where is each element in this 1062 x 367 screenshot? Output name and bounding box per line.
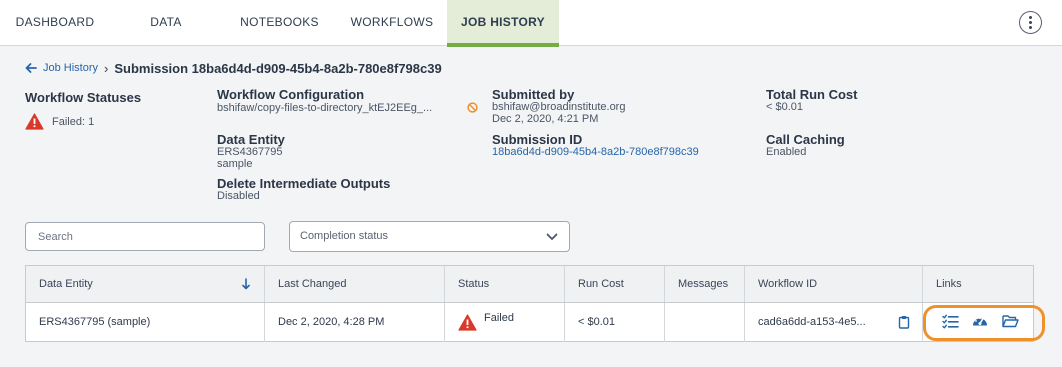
tab-workflows[interactable]: WORKFLOWS [337, 0, 447, 46]
column-header-messages[interactable]: Messages [665, 266, 745, 302]
cell-status: Failed [445, 303, 565, 342]
column-header-run-cost[interactable]: Run Cost [565, 266, 665, 302]
column-header-last-changed[interactable]: Last Changed [265, 266, 445, 302]
cell-messages [665, 303, 745, 342]
top-nav: DASHBOARD DATA NOTEBOOKS WORKFLOWS JOB H… [0, 0, 1062, 47]
workflow-configuration-label: Workflow Configuration [217, 87, 365, 102]
links-highlight-annotation [923, 305, 1045, 341]
column-header-links: Links [936, 278, 962, 290]
breadcrumb-job-history-link[interactable]: Job History [25, 62, 98, 74]
column-header-data-entity[interactable]: Data Entity [26, 266, 265, 302]
chevron-down-icon [546, 233, 558, 240]
data-entity-type: sample [217, 158, 253, 170]
warning-icon [458, 314, 477, 331]
total-run-cost-label: Total Run Cost [766, 87, 858, 102]
column-header-status[interactable]: Status [445, 266, 565, 302]
submitted-by-email: bshifaw@broadinstitute.org [492, 101, 626, 113]
page-title: Submission 18ba6d4d-d909-45b4-8a2b-780e8… [114, 60, 442, 76]
warning-icon [25, 113, 44, 130]
breadcrumb-separator: › [104, 60, 109, 76]
search-input[interactable] [25, 222, 265, 251]
sort-down-icon[interactable] [242, 278, 250, 290]
failed-count: Failed: 1 [25, 113, 94, 130]
data-entity-label: Data Entity [217, 132, 285, 147]
cell-run-cost: < $0.01 [565, 303, 665, 342]
submission-id-label: Submission ID [492, 132, 583, 147]
data-entity-id: ERS4367795 [217, 146, 283, 158]
status-text: Failed [484, 312, 514, 324]
failed-count-text: Failed: 1 [52, 115, 95, 128]
completion-status-select[interactable]: Completion status [289, 221, 570, 252]
tab-job-history[interactable]: JOB HISTORY [447, 0, 559, 47]
tab-data[interactable]: DATA [110, 0, 222, 46]
submission-id-link[interactable]: 18ba6d4d-d909-45b4-8a2b-780e8f798c39 [492, 146, 699, 158]
delete-intermediate-label: Delete Intermediate Outputs [217, 176, 391, 191]
completion-status-placeholder: Completion status [300, 230, 389, 242]
workflow-statuses-label: Workflow Statuses [25, 90, 142, 105]
call-caching-label: Call Caching [766, 132, 845, 147]
tab-dashboard[interactable]: DASHBOARD [0, 0, 110, 46]
cell-last-changed: Dec 2, 2020, 4:28 PM [265, 303, 445, 342]
submitted-by-label: Submitted by [492, 87, 575, 102]
total-run-cost-value: < $0.01 [766, 101, 804, 113]
cell-workflow-id: cad6a6dd-a153-4e5... [745, 303, 923, 342]
tab-notebooks[interactable]: NOTEBOOKS [222, 0, 337, 46]
cell-data-entity: ERS4367795 (sample) [26, 303, 265, 342]
submitted-date: Dec 2, 2020, 4:21 PM [492, 113, 599, 125]
table-header: Data Entity Last Changed Status Run Cost… [26, 266, 1033, 303]
breadcrumb: Job History › Submission 18ba6d4d-d909-4… [25, 60, 442, 76]
breadcrumb-link-label: Job History [43, 62, 99, 74]
column-header-label: Data Entity [39, 278, 93, 290]
column-header-workflow-id[interactable]: Workflow ID [745, 266, 923, 302]
call-caching-value: Enabled [766, 146, 807, 158]
workflow-id-text: cad6a6dd-a153-4e5... [758, 316, 866, 328]
clipboard-icon[interactable] [898, 315, 910, 329]
delete-intermediate-value: Disabled [217, 190, 260, 202]
kebab-menu-icon[interactable] [1019, 11, 1042, 34]
back-arrow-icon [25, 63, 37, 73]
workflow-configuration-value: bshifaw/copy-files-to-directory_ktEJ2EEg… [217, 102, 433, 114]
disabled-icon [467, 102, 478, 113]
workflows-table: Data Entity Last Changed Status Run Cost… [25, 265, 1034, 342]
table-row: ERS4367795 (sample) Dec 2, 2020, 4:28 PM… [26, 303, 1033, 342]
